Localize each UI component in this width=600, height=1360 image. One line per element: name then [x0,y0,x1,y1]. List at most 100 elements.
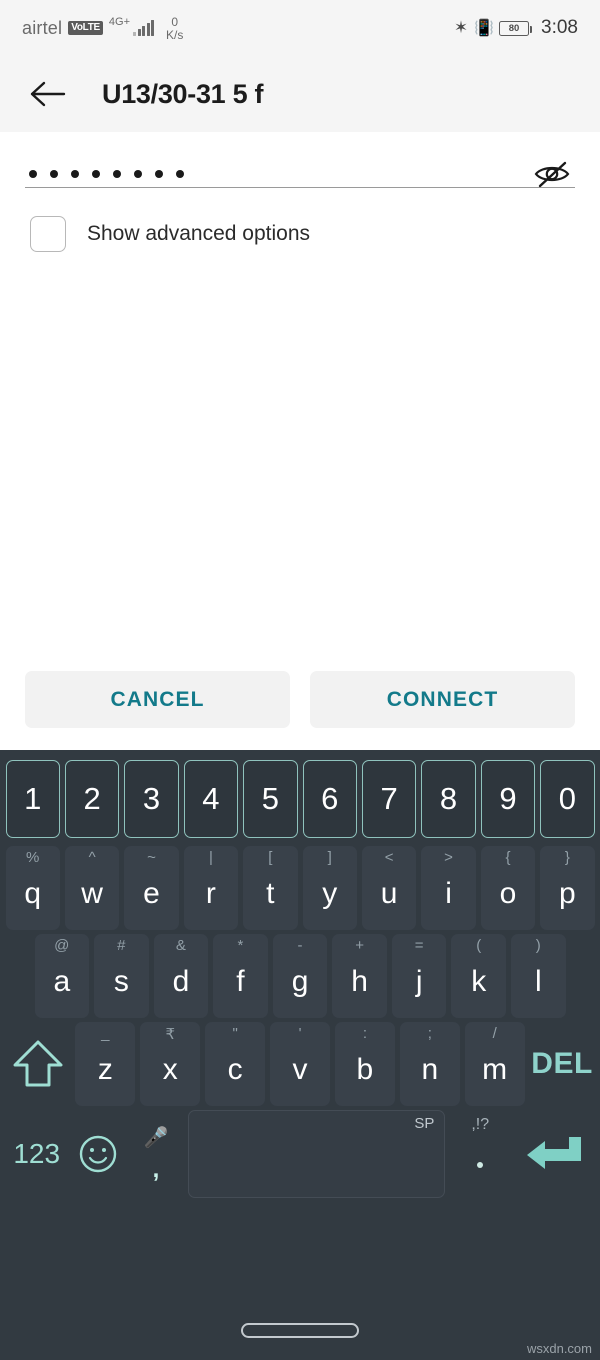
keyboard-row-asdf: @ a # s & d * f - g + h = j(k) l [3,932,597,1020]
key-label: y [322,877,338,910]
shift-key[interactable] [6,1022,71,1106]
key-0[interactable]: 0 [540,760,595,838]
key-2[interactable]: 2 [64,760,120,838]
key-5[interactable]: 5 [243,760,298,838]
key-secondary-label: < [384,849,394,866]
emoji-smiley-icon[interactable] [73,1110,124,1198]
comma-key-label: , [152,1155,160,1183]
key-secondary-label: { [505,849,511,866]
key-w[interactable]: ^ w [64,846,120,930]
key-p[interactable]: } p [540,846,595,930]
key-n[interactable]: ; n [399,1022,460,1106]
key-k[interactable]: (k [451,934,506,1018]
advanced-options-label: Show advanced options [87,222,310,245]
keyboard-row-bottom: 123 🎤 , SP ,!? [3,1108,597,1200]
key-e[interactable]: ~ e [124,846,179,930]
key-label: h [351,965,368,998]
key-9[interactable]: 9 [480,760,536,838]
key-i[interactable]: > i [421,846,476,930]
key-label: 6 [321,781,339,816]
key-label: q [24,877,42,910]
key-o[interactable]: {o [480,846,536,930]
password-dot [92,169,100,178]
key-label: z [97,1053,113,1086]
password-dot [176,169,184,178]
key-label: 5 [261,781,279,816]
key-label: p [559,877,576,910]
enter-arrow-icon[interactable] [515,1110,594,1198]
key-y[interactable]: ] y [302,846,357,930]
key-x[interactable]: ₹ x [140,1022,201,1106]
carrier-name: airtel [22,17,63,38]
advanced-options-row[interactable]: Show advanced options [30,216,600,252]
key-t[interactable]: [t [243,846,298,930]
key-u[interactable]: < u [361,846,417,930]
virtual-keyboard: 1234567890 % q ^ w ~ e | r[t] y < u > i{o} p @ a # s & d * f… [0,750,600,1300]
key-z[interactable]: _ z [75,1022,136,1106]
key-label: i [445,877,452,910]
key-label: u [380,877,398,910]
key-label: 0 [558,781,576,816]
key-secondary-label: % [26,849,40,866]
key-3[interactable]: 3 [124,760,179,838]
advanced-options-checkbox[interactable] [30,216,66,252]
key-s[interactable]: # s [94,934,149,1018]
key-label: 3 [142,781,161,816]
space-key[interactable]: SP [187,1110,446,1198]
key-j[interactable]: = j [391,934,447,1018]
eye-off-icon[interactable] [529,151,575,197]
key-label: m [482,1053,508,1086]
battery-icon: 80 [499,20,533,36]
password-dot [134,169,142,178]
cancel-button[interactable]: CANCEL [25,671,290,728]
numeric-mode-key[interactable]: 123 [6,1110,68,1198]
key-secondary-label: ₹ [165,1026,175,1043]
password-field-row[interactable] [25,132,575,188]
key-secondary-label: & [175,937,186,954]
key-label: e [143,877,160,910]
watermark-label: wsxdn.com [526,1341,592,1356]
key-secondary-label: ( [476,937,482,954]
key-v[interactable]: ' v [270,1022,330,1106]
key-a[interactable]: @ a [34,934,90,1018]
battery-level-label: 80 [508,22,520,34]
delete-key[interactable]: DEL [530,1022,595,1106]
key-g[interactable]: -g [272,934,328,1018]
key-q[interactable]: % q [5,846,60,930]
clock-label: 3:08 [541,17,578,38]
key-6[interactable]: 6 [302,760,357,838]
key-label: 8 [439,781,458,816]
key-l[interactable]: ) l [511,934,566,1018]
key-1[interactable]: 1 [5,760,60,838]
key-m[interactable]: / m [464,1022,525,1106]
key-secondary-label: # [117,937,126,954]
key-c[interactable]: " c [205,1022,266,1106]
key-f[interactable]: * f [213,934,268,1018]
key-secondary-label: = [414,937,424,954]
password-dot [113,169,121,178]
mic-comma-key[interactable]: 🎤 , [129,1110,183,1198]
password-input[interactable] [25,169,184,178]
back-arrow-icon[interactable] [28,74,68,114]
home-indicator-pill[interactable] [241,1322,359,1338]
key-7[interactable]: 7 [361,760,417,838]
key-8[interactable]: 8 [421,760,476,838]
key-r[interactable]: | r [183,846,239,930]
key-label: f [236,965,245,998]
key-label: s [113,965,129,998]
volte-badge: VoLTE [68,20,103,36]
key-secondary-label: : [362,1025,367,1042]
key-label: 2 [83,781,101,816]
password-dot [155,169,163,178]
period-key-sub-label: ,!? [471,1116,490,1133]
key-secondary-label: } [564,849,570,866]
key-d[interactable]: & d [153,934,209,1018]
connect-button[interactable]: CONNECT [310,671,575,728]
key-b[interactable]: :b [334,1022,395,1106]
key-4[interactable]: 4 [183,760,239,838]
numeric-mode-label: 123 [13,1138,61,1169]
key-secondary-label: ; [427,1025,432,1042]
key-h[interactable]: + h [332,934,387,1018]
period-key[interactable]: ,!? [450,1110,510,1198]
key-secondary-label: * [237,937,244,954]
